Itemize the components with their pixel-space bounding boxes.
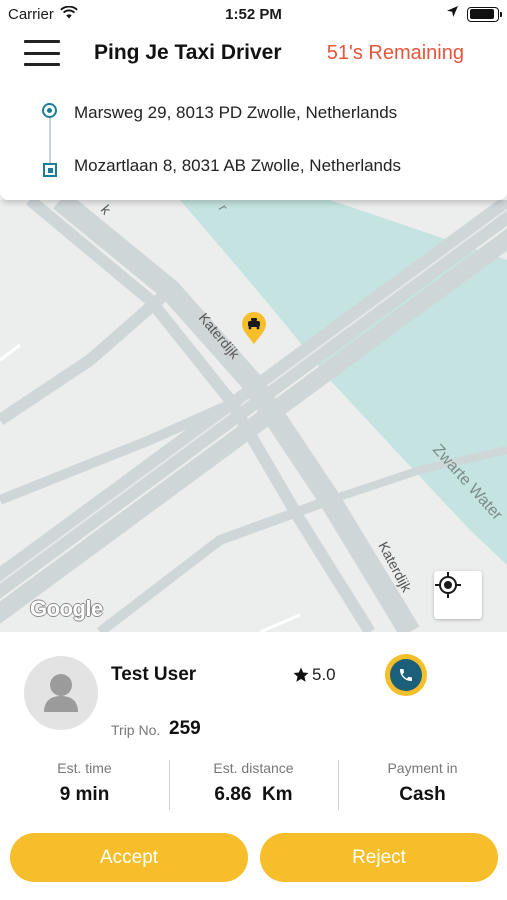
- battery-fill: [469, 9, 494, 19]
- pickup-address: Marsweg 29, 8013 PD Zwolle, Netherlands: [74, 103, 398, 122]
- stat-value: 9 min: [59, 784, 110, 805]
- accept-button[interactable]: Accept: [10, 833, 248, 882]
- battery-icon: [467, 6, 502, 22]
- user-silhouette-icon: [44, 674, 78, 712]
- remaining-timer: 51's Remaining: [326, 42, 464, 64]
- map-stub: [0, 343, 21, 362]
- my-location-button[interactable]: [434, 571, 482, 619]
- stat-value: Cash: [399, 784, 446, 805]
- map-stub: [259, 613, 301, 632]
- menu-button[interactable]: [24, 40, 60, 66]
- trip-header-card: Ping Je Taxi Driver 51's Remaining Marsw…: [0, 28, 507, 200]
- menu-bar: [24, 40, 60, 43]
- dropoff-address: Mozartlaan 8, 8031 AB Zwolle, Netherland…: [74, 156, 401, 175]
- stat-label: Est. distance: [213, 760, 294, 776]
- side-road: [0, 285, 174, 425]
- menu-bar: [24, 63, 60, 66]
- call-button-inner: [390, 659, 422, 691]
- rider-rating: 5.0: [292, 665, 336, 685]
- stat-payment: Payment in Cash: [338, 760, 507, 806]
- location-arrow-icon: [446, 5, 459, 23]
- call-button[interactable]: [385, 654, 427, 696]
- phone-icon: [400, 669, 412, 681]
- status-bar: Carrier 1:52 PM: [0, 0, 507, 28]
- google-logo: Google: [30, 596, 103, 621]
- route-connector: [49, 118, 51, 164]
- stat-est-distance: Est. distance 6.86 Km: [169, 760, 338, 806]
- pickup-marker-icon: [42, 103, 57, 118]
- status-time: 1:52 PM: [225, 6, 282, 23]
- taxi-marker-icon: [242, 312, 266, 344]
- star-icon: [293, 667, 309, 682]
- stat-label: Payment in: [387, 760, 458, 776]
- stat-label: Est. time: [57, 760, 112, 776]
- street-label-partial: k: [98, 202, 115, 218]
- crosshair-icon: [435, 572, 461, 598]
- stat-value: 6.86 Km: [214, 784, 293, 805]
- page-title: Ping Je Taxi Driver: [94, 41, 282, 64]
- menu-bar: [24, 51, 60, 55]
- map-view[interactable]: Katerdijk Katerdijk Zwarte Water k r Goo…: [0, 200, 507, 632]
- stat-est-time: Est. time 9 min: [0, 760, 169, 806]
- dropoff-marker-icon: [43, 163, 57, 177]
- trip-number: 259: [169, 718, 201, 739]
- status-right: [446, 5, 502, 23]
- reject-button[interactable]: Reject: [260, 833, 498, 882]
- ride-request-sheet: Test User 5.0 Trip No. 259 Est. time 9 m…: [0, 632, 507, 900]
- map-canvas: Katerdijk Katerdijk Zwarte Water k r: [0, 200, 507, 632]
- rider-name: Test User: [111, 664, 197, 685]
- avatar: [24, 656, 98, 730]
- rating-value: 5.0: [312, 665, 336, 684]
- trip-number-label: Trip No.: [111, 722, 161, 738]
- trip-stats: Est. time 9 min Est. distance 6.86 Km Pa…: [0, 760, 507, 810]
